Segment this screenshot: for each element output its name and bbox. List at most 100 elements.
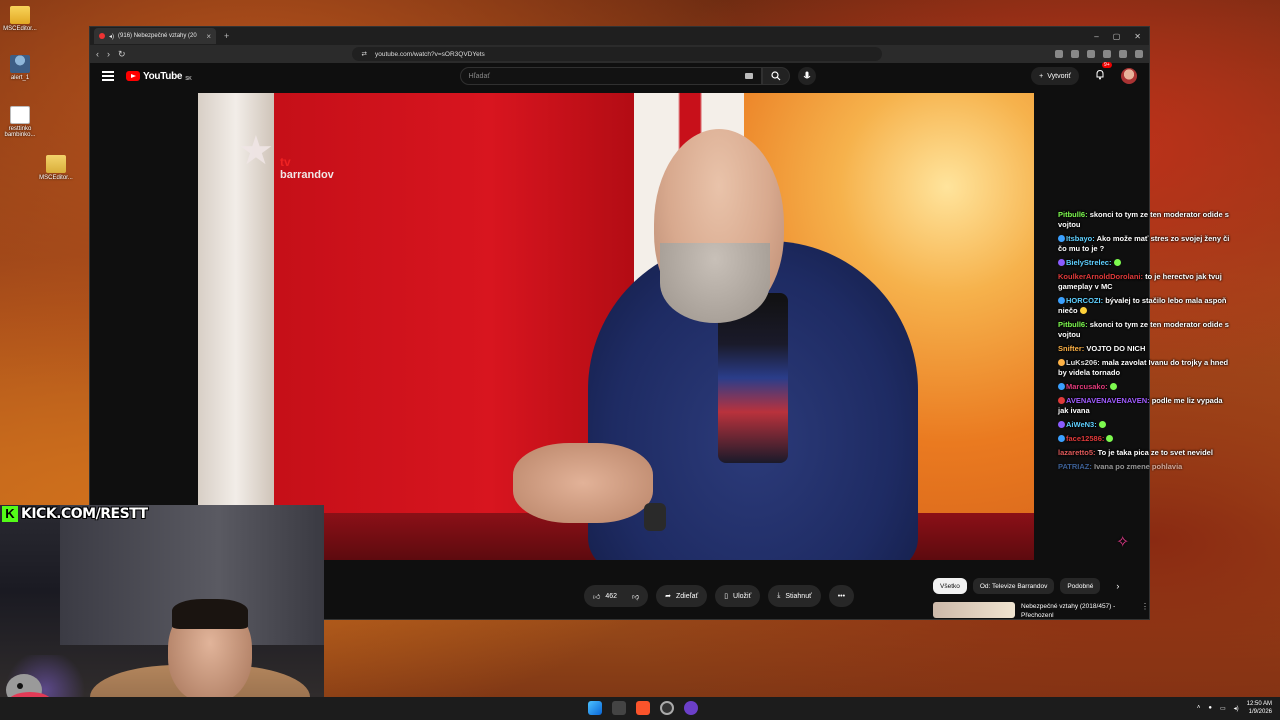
- emote-icon: [1113, 259, 1121, 266]
- extension-icon[interactable]: [1071, 50, 1079, 58]
- minimize-icon[interactable]: –: [1094, 32, 1098, 41]
- chip-related[interactable]: Podobné: [1060, 578, 1101, 594]
- window-controls: – ▢ ✕: [1094, 32, 1149, 41]
- forward-icon[interactable]: ›: [107, 49, 110, 59]
- reload-icon[interactable]: ↻: [118, 49, 126, 60]
- kick-k-icon: K: [2, 506, 18, 522]
- kick-banner: K KICK.COM/RESTT: [2, 505, 148, 523]
- search-icon: [770, 71, 780, 81]
- site-info-icon[interactable]: ⇄: [362, 50, 367, 58]
- share-button[interactable]: ➦ Zdieľať: [656, 585, 708, 607]
- windows-start-icon[interactable]: [588, 701, 602, 715]
- chat-message: KoulkerArnoldDorolani: to je herectvo ja…: [1058, 272, 1222, 291]
- extension-icon[interactable]: [1055, 50, 1063, 58]
- extension-icon[interactable]: [1103, 50, 1111, 58]
- plus-icon: +: [1039, 72, 1044, 80]
- chevron-up-icon[interactable]: ˄: [1197, 705, 1201, 711]
- chip-from-channel[interactable]: Od: Televize Barrandov: [972, 578, 1055, 594]
- tab-bar: ◂) (916) Nebezpečné vztahy (20 × + – ▢ ✕: [90, 27, 1149, 45]
- chat-message: PATRIAZ: Ivana po zmene pohlavia: [1058, 462, 1183, 471]
- youtube-favicon-icon: [99, 33, 105, 39]
- notification-badge: 9+: [1102, 62, 1112, 68]
- url-field[interactable]: ⇄ youtube.com/watch?v=sOR3QVDYets: [351, 47, 882, 61]
- presenter-beard: [660, 243, 770, 323]
- system-tray: ˄ ● ▭ ◂) 12:50 AM 1/9/2026: [1197, 700, 1272, 716]
- address-bar: ‹ › ↻ ⇄ youtube.com/watch?v=sOR3QVDYets: [90, 45, 1149, 63]
- taskbar-apps: [588, 701, 698, 715]
- clock[interactable]: 12:50 AM 1/9/2026: [1247, 700, 1272, 716]
- emote-icon: [1079, 307, 1087, 314]
- menu-icon[interactable]: [1135, 50, 1143, 58]
- badge-icon: [1058, 297, 1065, 304]
- task-view-icon[interactable]: [612, 701, 626, 715]
- app-icon[interactable]: [684, 701, 698, 715]
- document-icon: [10, 106, 30, 124]
- chat-message: lazaretto5: To je taka pica ze to svet n…: [1058, 448, 1213, 457]
- chip-all[interactable]: Všetko: [933, 578, 967, 594]
- brave-browser-icon[interactable]: [636, 701, 650, 715]
- voice-search-button[interactable]: [797, 67, 816, 85]
- bell-icon: [1096, 69, 1104, 80]
- save-button[interactable]: ▯ Uložiť: [715, 585, 761, 607]
- download-icon: ⤓: [777, 592, 781, 599]
- badge-icon: [1058, 359, 1065, 366]
- share-icon: ➦: [665, 593, 671, 600]
- extension-icon[interactable]: [1119, 50, 1127, 58]
- hamburger-menu-icon[interactable]: [102, 71, 114, 81]
- close-window-icon[interactable]: ✕: [1134, 32, 1141, 41]
- search-input[interactable]: Hľadať: [459, 67, 762, 85]
- download-button[interactable]: ⤓ Stiahnuť: [768, 585, 821, 607]
- extension-icon[interactable]: [1087, 50, 1095, 58]
- new-tab-button[interactable]: +: [224, 31, 229, 41]
- network-icon[interactable]: ▭: [1220, 705, 1226, 712]
- search-button[interactable]: [761, 67, 790, 85]
- chat-message: Pitbull6: skonci to tym ze ten moderator…: [1058, 210, 1229, 229]
- video-player[interactable]: ★ tv barrandov: [198, 93, 1034, 563]
- back-icon[interactable]: ‹: [96, 49, 99, 59]
- chat-message: BielyStrelec:: [1058, 258, 1230, 268]
- streamer-hair: [172, 599, 248, 629]
- volume-icon[interactable]: ◂): [1234, 705, 1239, 712]
- keyboard-icon[interactable]: [744, 73, 753, 79]
- smartwatch: [644, 503, 666, 531]
- channel-watermark: ★ tv barrandov: [238, 129, 334, 181]
- badge-icon: [1058, 235, 1065, 242]
- kebab-menu-icon[interactable]: ⋮: [1141, 602, 1149, 620]
- recommendation-filters: Všetko Od: Televize Barrandov Podobné ›: [933, 578, 1119, 594]
- badge-icon: [1058, 397, 1065, 404]
- star-logo-icon: ★: [238, 129, 274, 173]
- notifications-button[interactable]: 9+: [1095, 62, 1112, 85]
- create-button[interactable]: + Vytvoriť: [1031, 67, 1079, 85]
- chevron-right-icon[interactable]: ›: [1116, 581, 1119, 591]
- emote-icon: [1098, 421, 1106, 428]
- badge-icon: [1058, 421, 1065, 428]
- recommendation-title[interactable]: Nebezpečné vztahy (2018/457) - Přechozen…: [1021, 602, 1131, 620]
- maximize-icon[interactable]: ▢: [1113, 32, 1121, 41]
- like-button[interactable]: 👍︎ 462 👎︎: [584, 585, 649, 607]
- bookmark-icon: ▯: [724, 593, 729, 600]
- recommendation-thumbnail[interactable]: [933, 602, 1015, 618]
- desktop-icon-mscedit-2[interactable]: MSCEditor...: [36, 155, 76, 181]
- browser-tab[interactable]: ◂) (916) Nebezpečné vztahy (20 ×: [94, 28, 216, 44]
- microphone-tray-icon[interactable]: ●: [1208, 705, 1212, 711]
- desktop-icon-alert[interactable]: alert_1: [0, 55, 40, 81]
- badge-icon: [1058, 435, 1065, 442]
- microphone-icon: [803, 71, 810, 79]
- youtube-logo[interactable]: YouTube SK: [126, 70, 192, 82]
- more-actions-button[interactable]: •••: [828, 585, 855, 607]
- chat-message: LuKs206: mala zavolat Ivanu do trojky a …: [1058, 358, 1229, 377]
- desktop-icon-mscedit-1[interactable]: MSCEditor...: [0, 6, 40, 32]
- recommendation-item[interactable]: Nebezpečné vztahy (2018/457) - Přechozen…: [933, 602, 1149, 620]
- account-avatar[interactable]: [1121, 68, 1137, 84]
- desktop-icon-resttinko[interactable]: resttinko bambinko...: [0, 106, 40, 138]
- badge-icon: [1058, 383, 1065, 390]
- chat-message: Itsbayo: Ako može mať stres zo svojej že…: [1058, 234, 1230, 253]
- archive-icon: [46, 155, 66, 173]
- person-icon: [10, 55, 30, 73]
- thumbs-down-icon[interactable]: 👎︎: [632, 592, 639, 601]
- obs-icon[interactable]: [660, 701, 674, 715]
- video-actions: 👍︎ 462 👎︎ ➦ Zdieľať ▯ Uložiť ⤓ Stiahnuť …: [584, 585, 855, 607]
- emote-icon: [1109, 383, 1117, 390]
- close-tab-icon[interactable]: ×: [206, 32, 211, 41]
- kick-logo-icon: ✧: [1116, 534, 1130, 551]
